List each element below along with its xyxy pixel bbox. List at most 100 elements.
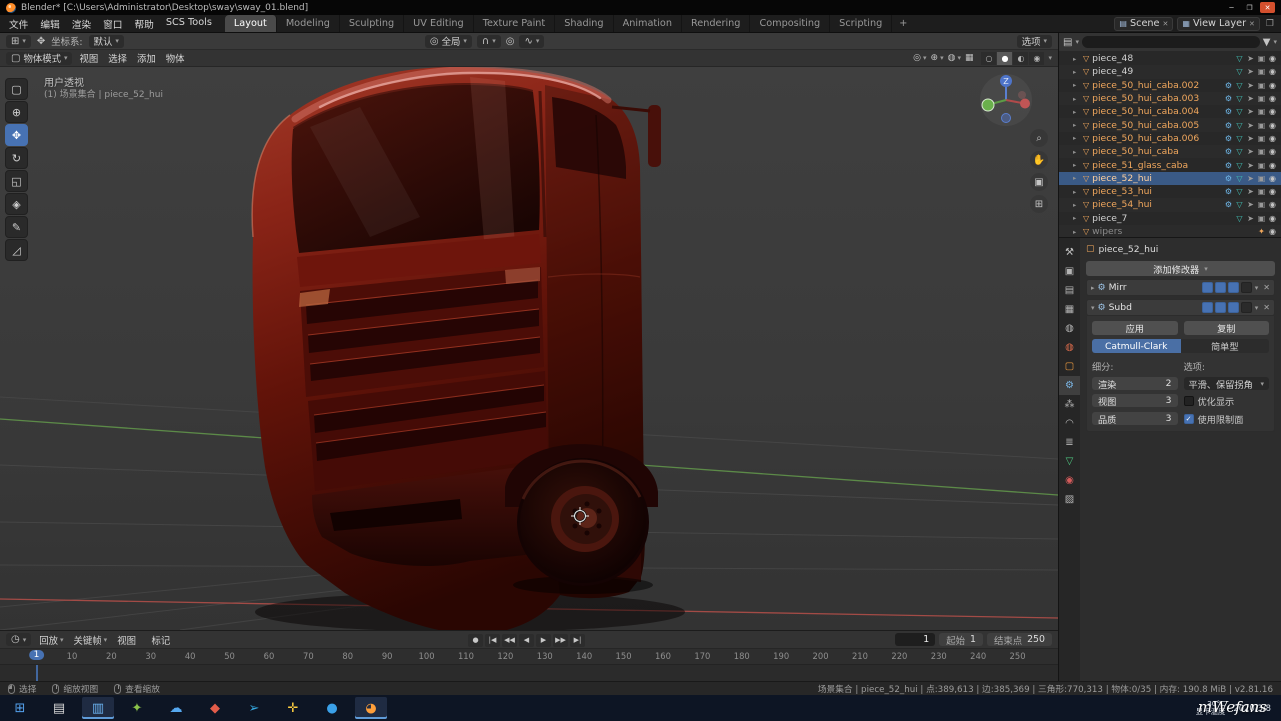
apply-button[interactable]: 应用 bbox=[1092, 321, 1178, 335]
object-name[interactable]: piece_54_hui bbox=[1092, 199, 1220, 210]
outliner-row[interactable]: ▸ ▽ piece_50_hui_caba ⚙ ▽ ✦ ➤ ▣ ◉ bbox=[1059, 145, 1281, 158]
taskbar-icon[interactable]: ✛ bbox=[277, 697, 309, 719]
object-name[interactable]: piece_7 bbox=[1092, 213, 1220, 224]
restrict-render-icon[interactable]: ▣ bbox=[1256, 147, 1267, 156]
taskbar-icon[interactable]: ◕ bbox=[355, 697, 387, 719]
hide-viewport-icon[interactable]: ◉ bbox=[1267, 174, 1278, 183]
properties-tab[interactable]: ≣ bbox=[1059, 433, 1080, 452]
restrict-select-icon[interactable]: ➤ bbox=[1245, 67, 1256, 76]
gizmos-toggle[interactable]: ⊕ ▾ bbox=[931, 53, 944, 63]
proportional-edit-icon[interactable]: ◎ bbox=[506, 36, 515, 47]
extras-dropdown-icon[interactable]: ▾ bbox=[1255, 304, 1259, 312]
restrict-select-icon[interactable]: ➤ bbox=[1245, 147, 1256, 156]
transport-button[interactable]: ◀◀ bbox=[502, 634, 517, 647]
truck-model[interactable] bbox=[252, 67, 661, 630]
realtime-display-toggle[interactable] bbox=[1215, 282, 1226, 293]
properties-tab[interactable]: ◍ bbox=[1059, 319, 1080, 338]
restrict-select-icon[interactable]: ➤ bbox=[1245, 200, 1256, 209]
expand-icon[interactable]: ▸ bbox=[1073, 81, 1080, 89]
overlays-toggle[interactable]: ◍ ▾ bbox=[948, 53, 961, 63]
workspace-tab[interactable]: Sculpting bbox=[340, 15, 404, 32]
expand-icon[interactable]: ▸ bbox=[1073, 134, 1080, 142]
properties-tab[interactable]: ◉ bbox=[1059, 471, 1080, 490]
restrict-render-icon[interactable]: ▣ bbox=[1256, 121, 1267, 130]
modifier-subsurf-header[interactable]: ▾ ⚙ Subd ▾ ✕ bbox=[1086, 299, 1275, 316]
outliner-row[interactable]: ▸ ▽ piece_50_hui_caba.004 ⚙ ▽ ✦ ➤ ▣ ◉ bbox=[1059, 105, 1281, 118]
hide-viewport-icon[interactable]: ◉ bbox=[1267, 67, 1278, 76]
properties-tab[interactable]: ⁂ bbox=[1059, 395, 1080, 414]
app-menu-item[interactable]: 文件 bbox=[3, 16, 34, 32]
restrict-render-icon[interactable]: ▣ bbox=[1256, 200, 1267, 209]
shading-dropdown-icon[interactable]: ▾ bbox=[1048, 54, 1052, 62]
restrict-select-icon[interactable]: ➤ bbox=[1245, 54, 1256, 63]
taskbar-icon[interactable]: ☁ bbox=[160, 697, 192, 719]
outliner-row[interactable]: ▸ ▽ wipers ⚙ ▽ ✦ ➤ ▣ ◉ bbox=[1059, 225, 1281, 237]
hide-viewport-icon[interactable]: ◉ bbox=[1267, 161, 1278, 170]
hide-viewport-icon[interactable]: ◉ bbox=[1267, 107, 1278, 116]
add-modifier-button[interactable]: 添加修改器 ▾ bbox=[1086, 261, 1275, 276]
quality-field[interactable]: 品质 3 bbox=[1092, 412, 1178, 425]
use-limit-surface-checkbox[interactable]: ✓ bbox=[1184, 414, 1194, 424]
orientation-dropdown[interactable]: 默认 ▾ bbox=[89, 35, 124, 48]
close-button[interactable]: ✕ bbox=[1260, 2, 1275, 13]
object-name[interactable]: piece_49 bbox=[1092, 66, 1220, 77]
properties-tab[interactable]: ◍ bbox=[1059, 338, 1080, 357]
object-name[interactable]: piece_50_hui_caba bbox=[1092, 146, 1220, 157]
dropdown-icon[interactable]: ▾ bbox=[1273, 38, 1277, 46]
app-menu-item[interactable]: 渲染 bbox=[66, 16, 97, 32]
object-name[interactable]: wipers bbox=[1092, 226, 1253, 237]
unlink-view-layer-icon[interactable]: ✕ bbox=[1249, 20, 1255, 28]
taskbar-icon[interactable]: ⊞ bbox=[4, 697, 36, 719]
maximize-button[interactable]: ❐ bbox=[1242, 2, 1257, 13]
hide-viewport-icon[interactable]: ◉ bbox=[1267, 200, 1278, 209]
expand-icon[interactable]: ▸ bbox=[1073, 95, 1080, 103]
outliner-row[interactable]: ▸ ▽ piece_49 ⚙ ▽ ✦ ➤ ▣ ◉ bbox=[1059, 65, 1281, 78]
restrict-render-icon[interactable]: ▣ bbox=[1256, 67, 1267, 76]
workspace-tab[interactable]: Texture Paint bbox=[474, 15, 556, 32]
properties-tab[interactable]: ▤ bbox=[1059, 281, 1080, 300]
render-levels-field[interactable]: 渲染 2 bbox=[1092, 377, 1178, 390]
outliner-row[interactable]: ▸ ▽ piece_50_hui_caba.002 ⚙ ▽ ✦ ➤ ▣ ◉ bbox=[1059, 79, 1281, 92]
workspace-tab[interactable]: Rendering bbox=[682, 15, 750, 32]
screen-layout-icon[interactable]: ❐ bbox=[1264, 19, 1276, 29]
viewport-menu-item[interactable]: 添加 bbox=[137, 51, 156, 65]
transport-button[interactable]: ▶| bbox=[570, 634, 585, 647]
taskbar-icon[interactable]: ● bbox=[316, 697, 348, 719]
workspace-tab[interactable]: Shading bbox=[555, 15, 613, 32]
taskbar-icon[interactable]: ◆ bbox=[199, 697, 231, 719]
xray-toggle[interactable]: ▦ bbox=[965, 53, 974, 63]
hide-viewport-icon[interactable]: ◉ bbox=[1267, 147, 1278, 156]
editor-type-button[interactable]: ⊞ ▾ bbox=[6, 35, 31, 48]
snap-toggle[interactable]: ∩ ▾ bbox=[477, 35, 501, 48]
outliner-row[interactable]: ▸ ▽ piece_7 ⚙ ▽ ✦ ➤ ▣ ◉ bbox=[1059, 212, 1281, 225]
transport-button[interactable]: ◀ bbox=[519, 634, 534, 647]
outliner-row[interactable]: ▸ ▽ piece_50_hui_caba.003 ⚙ ▽ ✦ ➤ ▣ ◉ bbox=[1059, 92, 1281, 105]
expand-icon[interactable]: ▸ bbox=[1091, 284, 1095, 292]
restrict-select-icon[interactable]: ➤ bbox=[1245, 214, 1256, 223]
hide-viewport-icon[interactable]: ◉ bbox=[1267, 187, 1278, 196]
timeline-menu-item[interactable]: 标记 ▾ bbox=[151, 633, 175, 647]
tool-button[interactable]: ✎ bbox=[5, 216, 28, 238]
outliner-row[interactable]: ▸ ▽ piece_51_glass_caba ⚙ ▽ ✦ ➤ ▣ ◉ bbox=[1059, 158, 1281, 171]
viewport-3d[interactable]: 用户透视 (1) 场景集合 | piece_52_hui ▢ ⊕ ✥ ↻ ◱ ◈… bbox=[0, 67, 1058, 630]
start-frame-field[interactable]: 起始 1 bbox=[939, 633, 983, 646]
object-name[interactable]: piece_53_hui bbox=[1092, 186, 1220, 197]
expand-icon[interactable]: ▸ bbox=[1073, 121, 1080, 129]
viewport-menu-item[interactable]: 视图 bbox=[79, 51, 98, 65]
app-menu-item[interactable]: 帮助 bbox=[129, 16, 160, 32]
tool-button[interactable]: ◈ bbox=[5, 193, 28, 215]
properties-tab[interactable]: ▣ bbox=[1059, 262, 1080, 281]
viewport-canvas[interactable] bbox=[0, 67, 1058, 630]
unlink-scene-icon[interactable]: ✕ bbox=[1163, 20, 1169, 28]
restrict-render-icon[interactable]: ▣ bbox=[1256, 161, 1267, 170]
hide-viewport-icon[interactable]: ◉ bbox=[1267, 121, 1278, 130]
app-menu-item[interactable]: SCS Tools bbox=[160, 16, 218, 32]
realtime-display-toggle[interactable] bbox=[1215, 302, 1226, 313]
modifier-name-field[interactable]: Mirr bbox=[1109, 282, 1199, 293]
render-display-toggle[interactable] bbox=[1228, 302, 1239, 313]
expand-icon[interactable]: ▸ bbox=[1073, 68, 1080, 76]
cage-display-toggle[interactable] bbox=[1241, 282, 1252, 293]
playhead[interactable] bbox=[36, 665, 38, 681]
filter-icon[interactable]: ▼ bbox=[1263, 37, 1271, 48]
expand-icon[interactable]: ▾ bbox=[1091, 304, 1095, 312]
